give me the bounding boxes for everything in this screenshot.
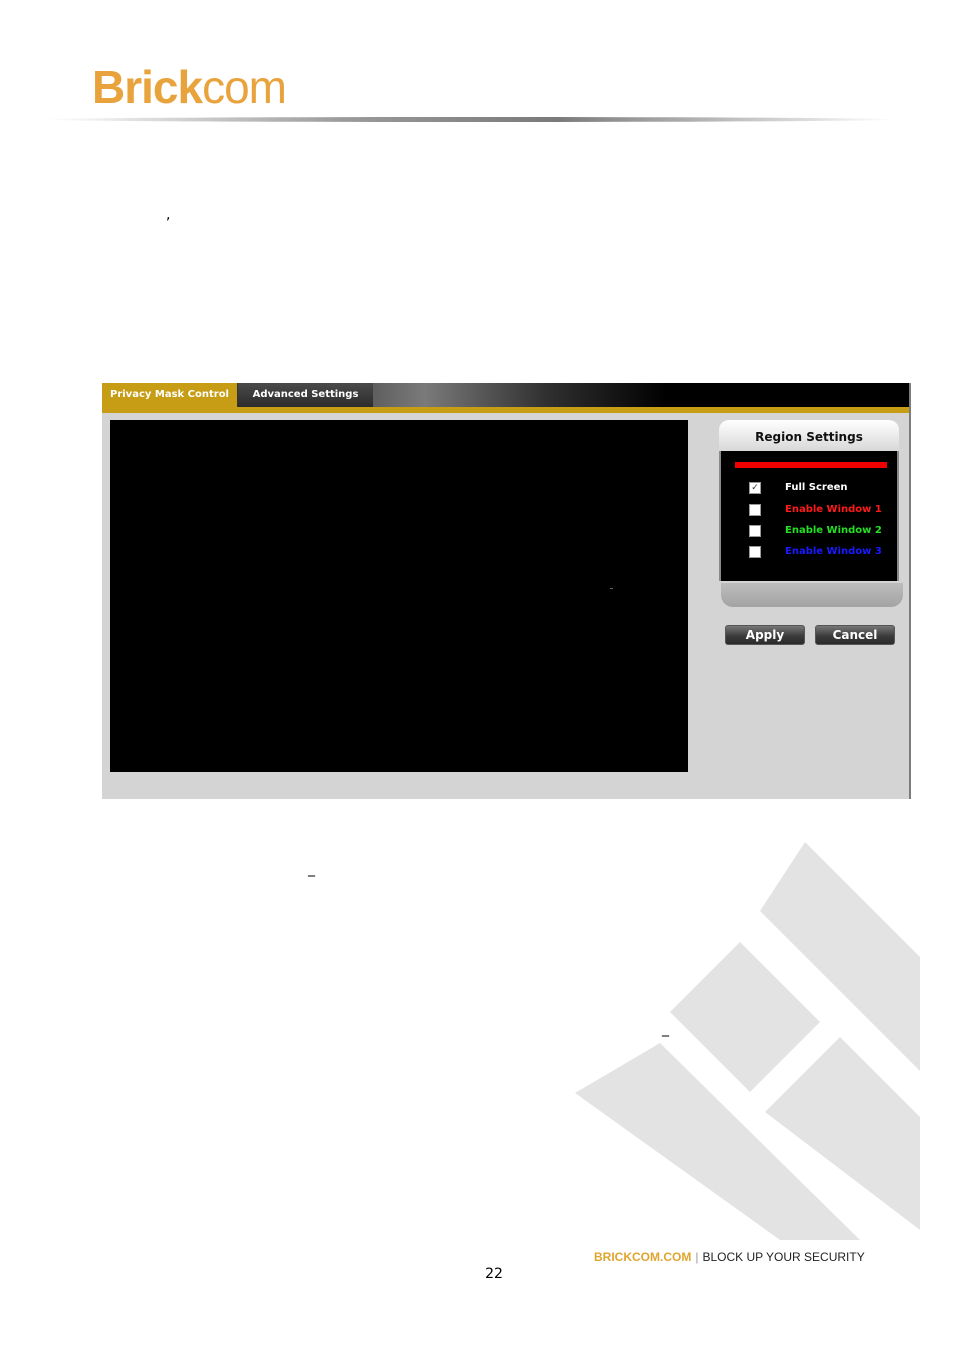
brick-shape-middle [670,942,820,1092]
option-enable-window-3[interactable]: Enable Window 3 [749,544,899,560]
stray-dash-1: _ [308,861,315,877]
option-enable-window-2[interactable]: Enable Window 2 [749,523,899,539]
enable-window-1-checkbox[interactable] [749,504,761,516]
header-divider [46,117,896,122]
footer-tagline: BLOCK UP YOUR SECURITY [702,1250,865,1264]
footer-separator: | [695,1250,699,1264]
region-settings-title: Region Settings [719,420,899,451]
page-number: 22 [485,1266,503,1282]
tab-bar: Privacy Mask Control Advanced Settings [102,383,909,407]
option-full-screen[interactable]: ✓ Full Screen [749,480,899,496]
apply-button[interactable]: Apply [725,625,805,645]
tab-advanced-settings[interactable]: Advanced Settings [238,383,373,407]
enable-window-2-label: Enable Window 2 [785,525,882,536]
full-screen-checkbox[interactable]: ✓ [749,482,761,494]
tab-underline [102,407,909,413]
privacy-mask-panel: Privacy Mask Control Advanced Settings R… [102,383,911,799]
logo-text-bold: Brick [92,61,203,113]
region-settings-footer [721,583,903,607]
tab-privacy-mask-control[interactable]: Privacy Mask Control [102,383,237,407]
enable-window-3-label: Enable Window 3 [785,546,882,557]
enable-window-3-checkbox[interactable] [749,546,761,558]
cancel-button[interactable]: Cancel [815,625,895,645]
option-enable-window-1[interactable]: Enable Window 1 [749,502,899,518]
footer-site: BRICKCOM.COM [594,1250,692,1264]
check-icon: ✓ [751,483,759,493]
region-settings-box: Region Settings ✓ Full Screen Enable Win… [719,420,903,609]
footer-brand-line: BRICKCOM.COM | BLOCK UP YOUR SECURITY [594,1250,865,1264]
logo-text-light: com [202,61,287,113]
brick-shapes [575,842,920,1240]
stray-comma: , [166,207,171,223]
video-cursor-mark [610,588,613,589]
region-settings-body: ✓ Full Screen Enable Window 1 Enable Win… [719,451,899,581]
enable-window-1-label: Enable Window 1 [785,504,882,515]
video-preview[interactable] [110,420,688,772]
background-brick-pattern [575,842,920,1240]
region-color-bar [735,462,887,468]
full-screen-label: Full Screen [785,482,848,493]
enable-window-2-checkbox[interactable] [749,525,761,537]
brickcom-logo: Brickcom [92,60,287,114]
